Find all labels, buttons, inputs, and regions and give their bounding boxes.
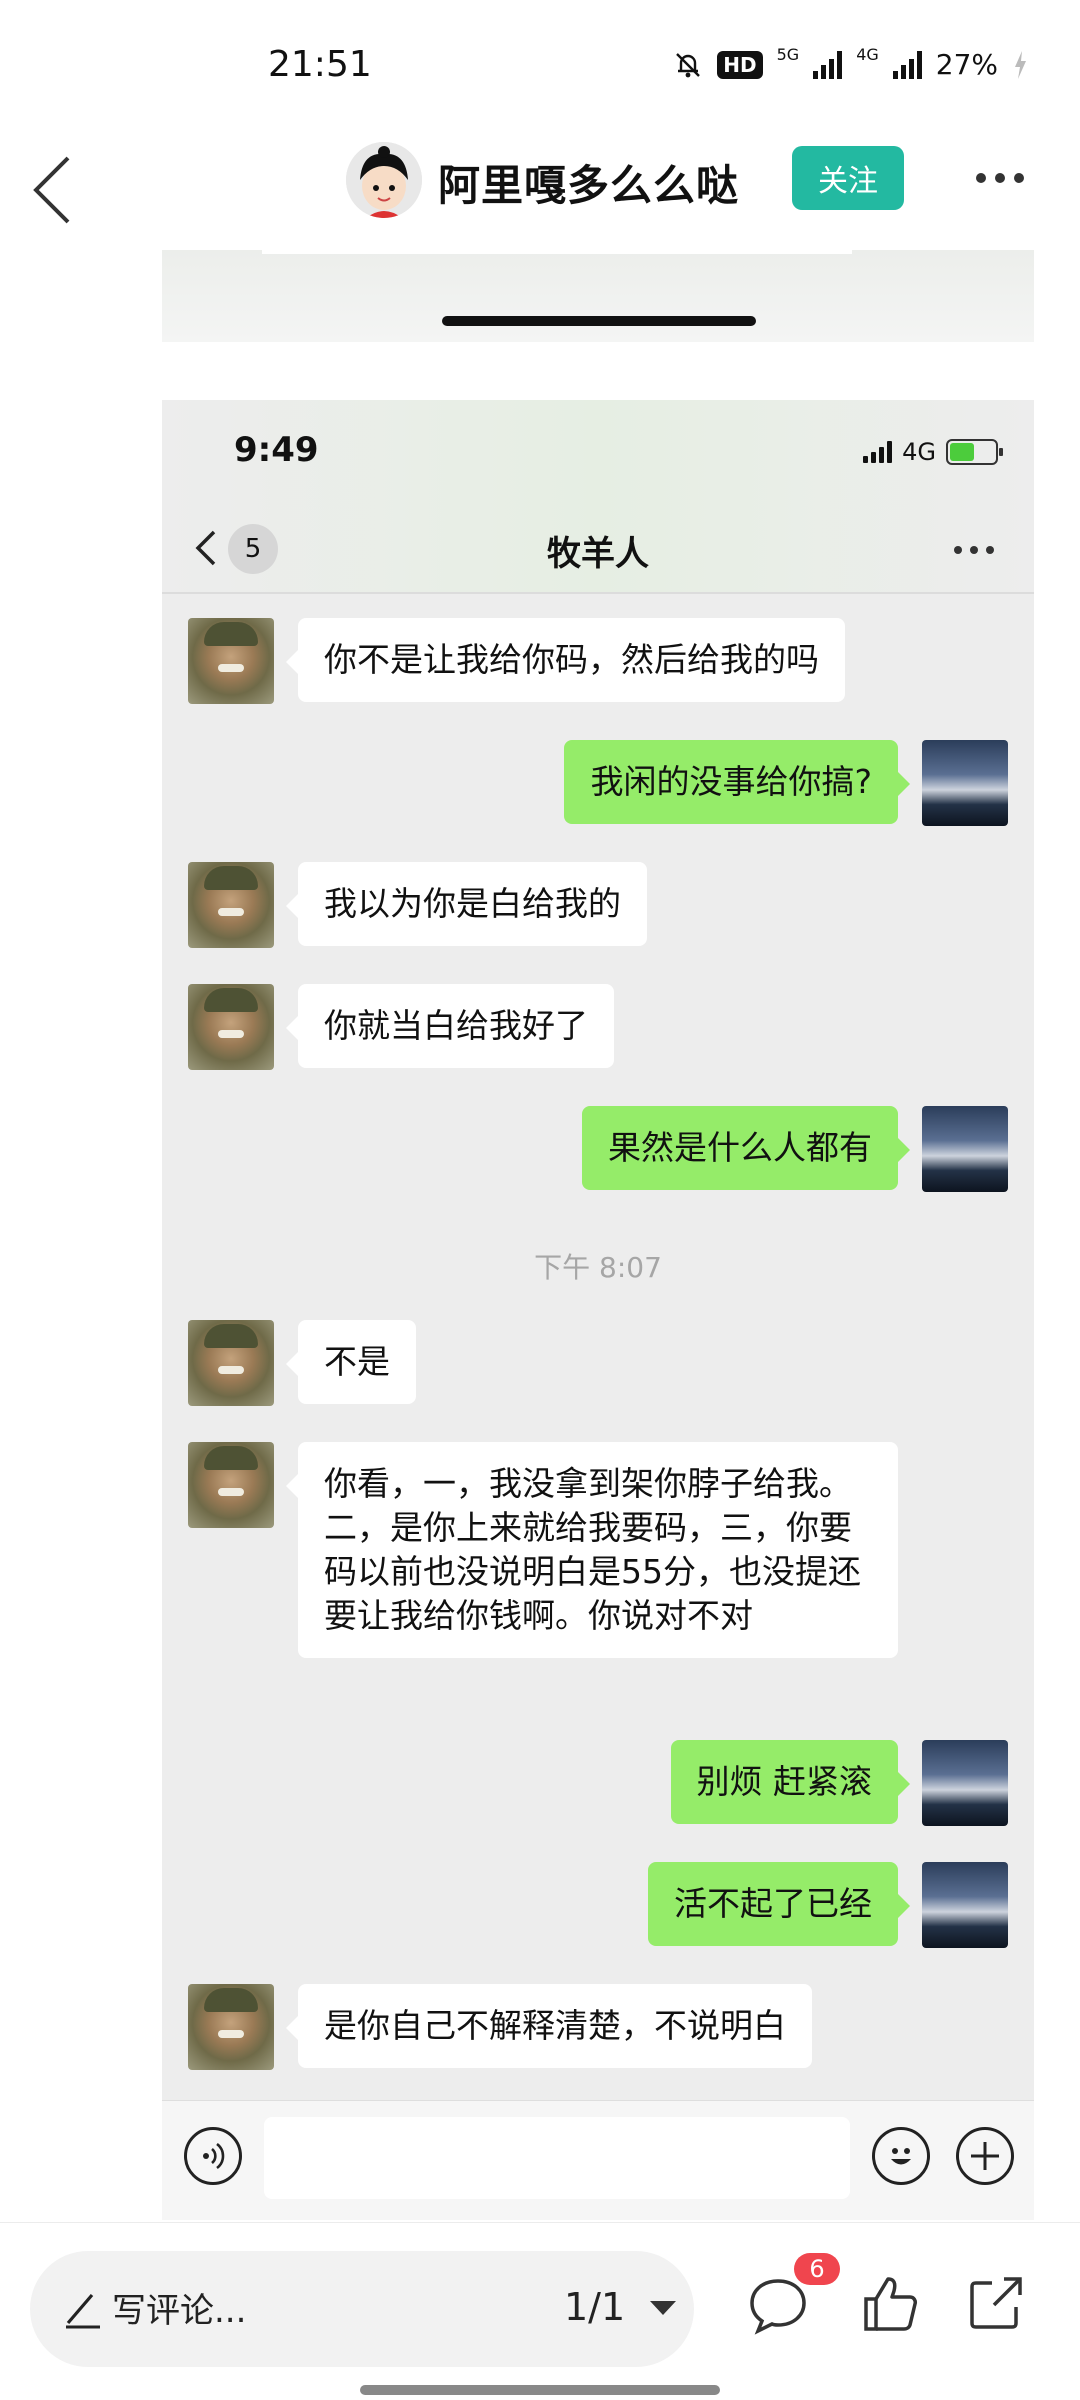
system-home-indicator	[360, 2385, 720, 2395]
message-bubble-left: 是你自己不解释清楚，不说明白	[286, 1984, 812, 2068]
inner-network-label: 4G	[902, 438, 936, 466]
comment-placeholder: 写评论...	[112, 2291, 247, 2331]
header-divider	[162, 592, 1034, 594]
contact-avatar	[188, 1442, 274, 1528]
message-bubble-right: 果然是什么人都有	[582, 1106, 910, 1190]
dropdown-triangle-icon[interactable]	[650, 2301, 676, 2315]
thumbs-up-icon[interactable]	[858, 2271, 922, 2335]
message-bubble-left: 你不是让我给你码，然后给我的吗	[286, 618, 845, 702]
status-bar: 21:51 HD 5G 4G 27%	[0, 0, 1080, 130]
share-icon[interactable]	[964, 2271, 1028, 2335]
inner-status-icons: 4G	[863, 438, 1003, 466]
message-bubble-left: 你看，一，我没拿到架你脖子给我。二，是你上来就给我要码，三，你要码以前也没说明白…	[286, 1442, 898, 1658]
inner-status-area: 9:49 4G 5 牧羊人	[162, 400, 1034, 592]
page-indicator[interactable]: 1/1	[564, 2285, 625, 2329]
network-5g-label: 5G	[776, 45, 800, 64]
message-bubble-left: 你就当白给我好了	[286, 984, 614, 1068]
emoji-icon	[872, 2127, 930, 2185]
back-arrow-icon[interactable]	[28, 150, 88, 230]
signal-4g-icon	[892, 50, 922, 79]
message-bubble-right: 我闲的没事给你搞?	[564, 740, 910, 824]
add-icon	[956, 2127, 1014, 2185]
signal-5g-icon	[813, 50, 843, 79]
follow-button[interactable]: 关注	[792, 146, 904, 210]
inner-signal-icon	[863, 441, 893, 463]
chat-timestamp: 下午 8:07	[534, 1251, 662, 1284]
message-bubble-left: 我以为你是白给我的	[286, 862, 647, 946]
comment-count-badge: 6	[794, 2253, 840, 2285]
chat-title: 牧羊人	[547, 534, 649, 574]
message-bubble-left: 不是	[286, 1320, 416, 1404]
post-header: 阿里嘎多么么哒 关注	[0, 130, 1080, 250]
chat-more-icon	[954, 546, 994, 554]
previous-image-fragment	[162, 250, 1034, 342]
more-options-icon[interactable]	[976, 166, 1036, 190]
pen-icon	[66, 2293, 100, 2329]
network-4g-label: 4G	[856, 45, 879, 64]
user-avatar	[922, 740, 1008, 826]
voice-icon	[184, 2127, 242, 2185]
bottom-action-bar: 写评论... 1/1 6	[0, 2222, 1080, 2400]
previous-image-edge	[262, 250, 852, 254]
charging-icon	[1015, 50, 1026, 79]
contact-avatar	[188, 618, 274, 704]
comment-input[interactable]: 写评论... 1/1	[30, 2251, 694, 2367]
status-icons: HD 5G 4G 27%	[673, 45, 1028, 81]
user-avatar	[922, 1862, 1008, 1948]
user-avatar	[922, 1106, 1008, 1192]
cartoon-face-icon	[346, 142, 422, 218]
contact-avatar	[188, 1984, 274, 2070]
user-avatar	[922, 1740, 1008, 1826]
battery-percent: 27%	[935, 48, 998, 81]
chat-input-bar	[162, 2100, 1034, 2220]
contact-avatar	[188, 1320, 274, 1406]
status-time: 21:51	[268, 44, 372, 85]
author-name[interactable]: 阿里嘎多么么哒	[438, 152, 739, 213]
contact-avatar	[188, 984, 274, 1070]
contact-avatar	[188, 862, 274, 948]
inner-battery-icon	[946, 439, 1003, 465]
chat-text-field	[264, 2117, 850, 2199]
author-avatar[interactable]	[346, 142, 422, 218]
message-bubble-right: 活不起了已经	[648, 1862, 910, 1946]
mute-bell-icon	[676, 52, 701, 77]
message-bubble-right: 别烦 赶紧滚	[670, 1740, 910, 1824]
inner-status-time: 9:49	[234, 430, 319, 470]
home-indicator	[442, 316, 756, 326]
hd-badge: HD	[717, 50, 763, 79]
chat-screenshot-image[interactable]: 9:49 4G 5 牧羊人 你不是让我给你码，然后给我的吗 我闲的没事给你搞? …	[162, 400, 1034, 2220]
